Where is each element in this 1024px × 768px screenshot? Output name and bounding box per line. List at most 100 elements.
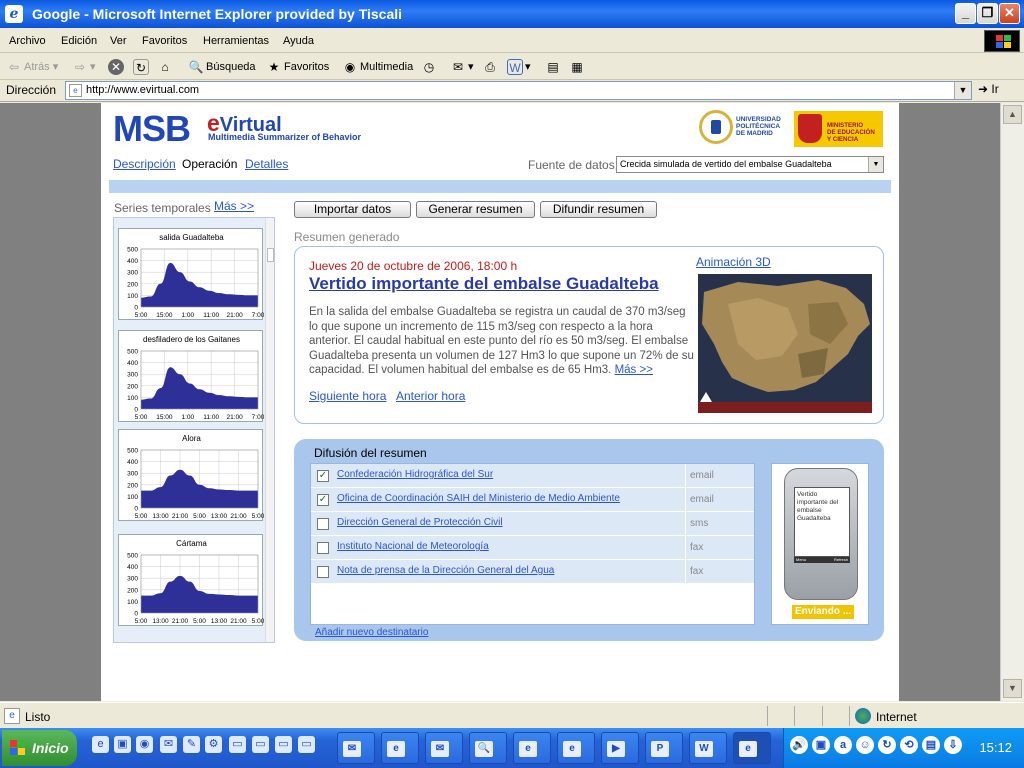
anterior-hora-link[interactable]: Anterior hora — [396, 389, 465, 403]
generar-resumen-button[interactable]: Generar resumen — [416, 201, 535, 218]
antivirus-icon[interactable]: a — [834, 736, 852, 754]
scroll-up-icon[interactable]: ▲ — [1003, 105, 1022, 124]
chart-area-series — [141, 262, 258, 307]
task-ie-3[interactable]: e — [557, 732, 595, 764]
edit-button[interactable]: W ▾ — [507, 59, 531, 77]
recipient-type: email — [685, 464, 754, 488]
network-icon[interactable]: ▣ — [812, 736, 830, 754]
menu-archivo[interactable]: Archivo — [9, 35, 46, 47]
download-icon[interactable]: ⇩ — [944, 736, 962, 754]
scroll-down-icon[interactable]: ▼ — [1003, 679, 1022, 698]
address-dropdown-icon[interactable]: ▼ — [954, 82, 971, 99]
page-scrollbar[interactable]: ▲ ▼ — [1000, 103, 1024, 701]
recipient-checkbox[interactable]: ✓ — [317, 494, 329, 506]
nav-detalles[interactable]: Detalles — [245, 157, 288, 171]
siguiente-hora-link[interactable]: Siguiente hora — [309, 389, 386, 403]
ie-icon: e — [5, 5, 23, 23]
close-button[interactable]: ✕ — [999, 3, 1020, 24]
chevron-down-icon: ▼ — [868, 157, 883, 172]
series-more-link[interactable]: Más >> — [214, 199, 254, 213]
recipient-link[interactable]: Oficina de Coordinación SAIH del Ministe… — [337, 493, 620, 504]
importar-datos-button[interactable]: Importar datos — [294, 201, 411, 218]
menu-ver[interactable]: Ver — [110, 35, 127, 47]
series-scrollbar[interactable] — [265, 218, 274, 642]
home-button[interactable]: ⌂ — [157, 59, 175, 77]
recipient-link[interactable]: Dirección General de Protección Civil — [337, 517, 503, 528]
volume-icon[interactable]: 🔊 — [790, 736, 808, 754]
forward-button[interactable]: ⇨ ▾ — [72, 59, 96, 77]
discuss-button[interactable]: ▤ — [545, 59, 563, 77]
recipient-link[interactable]: Instituto Nacional de Meteorología — [337, 541, 489, 552]
media-quicklaunch-icon[interactable]: ◉ — [136, 736, 153, 753]
task-ie-2[interactable]: e — [513, 732, 551, 764]
chart-xtick: 1:00 — [181, 312, 194, 319]
go-button[interactable]: ➜ Ir — [978, 82, 999, 96]
clipboard-icon[interactable]: ▤ — [922, 736, 940, 754]
page-status-icon: e — [4, 708, 20, 724]
add-recipient-link[interactable]: Añadir nuevo destinatario — [315, 627, 428, 638]
outlook-quicklaunch-icon[interactable]: ✉ — [160, 736, 177, 753]
word-icon: W — [695, 740, 713, 757]
summary-headline[interactable]: Vertido importante del embalse Guadalteb… — [309, 274, 659, 294]
task-search[interactable]: 🔍 — [469, 732, 507, 764]
recipient-link[interactable]: Confederación Hidrográfica del Sur — [337, 469, 493, 480]
recipient-checkbox[interactable] — [317, 518, 329, 530]
favorites-button[interactable]: ★ Favoritos — [266, 59, 330, 77]
update-icon[interactable]: ↻ — [878, 736, 896, 754]
summary-more-link[interactable]: Más >> — [615, 364, 653, 376]
notes-quicklaunch-icon[interactable]: ✎ — [183, 736, 200, 753]
task-mail[interactable]: ✉ — [425, 732, 463, 764]
menu-favoritos[interactable]: Favoritos — [142, 35, 187, 47]
fuente-label: Fuente de datos: — [528, 158, 619, 172]
task-ie-active[interactable]: e — [733, 732, 771, 764]
menu-edicion[interactable]: Edición — [61, 35, 97, 47]
history-button[interactable]: ◷ — [421, 59, 439, 77]
print-button[interactable]: ⎙ — [482, 59, 500, 77]
difundir-resumen-button[interactable]: Difundir resumen — [540, 201, 657, 218]
window-quicklaunch-icon[interactable]: ▭ — [229, 736, 246, 753]
window2-quicklaunch-icon[interactable]: ▭ — [252, 736, 269, 753]
mail-icon: ✉ — [343, 740, 361, 757]
address-input[interactable]: e http://www.evirtual.com ▼ — [65, 81, 972, 100]
animacion-3d-link[interactable]: Animación 3D — [696, 255, 771, 269]
recipient-link[interactable]: Nota de prensa de la Dirección General d… — [337, 565, 554, 576]
task-ie-1[interactable]: e — [381, 732, 419, 764]
window4-quicklaunch-icon[interactable]: ▭ — [298, 736, 315, 753]
messenger-icon[interactable]: ☺ — [856, 736, 874, 754]
chart-xtick: 5:00 — [193, 618, 206, 625]
stop-button[interactable]: ✕ — [108, 59, 126, 77]
sync-icon[interactable]: ⟲ — [900, 736, 918, 754]
go-arrow-icon: ➜ — [978, 82, 989, 96]
chart-title: Cártama — [176, 539, 207, 548]
messenger-button[interactable]: ▦ — [569, 59, 587, 77]
chart-title: desfiladero de los Gaitanes — [143, 335, 240, 344]
fuente-select[interactable]: Crecida simulada de vertido del embalse … — [616, 156, 884, 173]
recipient-checkbox[interactable]: ✓ — [317, 470, 329, 482]
window3-quicklaunch-icon[interactable]: ▭ — [275, 736, 292, 753]
mail-button[interactable]: ✉ ▾ — [450, 59, 474, 77]
nav-descripcion[interactable]: Descripción — [113, 157, 176, 171]
task-word[interactable]: W — [689, 732, 727, 764]
recipient-type: fax — [685, 536, 754, 560]
mobile-phone-icon: Vertido importante del embalse Guadalteb… — [784, 468, 858, 600]
start-button[interactable]: Inicio — [2, 730, 77, 766]
ie-quicklaunch-icon[interactable]: e — [92, 736, 109, 753]
desktop-quicklaunch-icon[interactable]: ▣ — [114, 736, 131, 753]
chart-title: Alora — [182, 434, 201, 443]
minimize-button[interactable]: _ — [955, 3, 976, 24]
search-button[interactable]: 🔍 Búsqueda — [188, 59, 256, 77]
menu-herramientas[interactable]: Herramientas — [203, 35, 269, 47]
menu-ayuda[interactable]: Ayuda — [283, 35, 314, 47]
multimedia-button[interactable]: ◉ Multimedia — [342, 59, 413, 77]
scroll-thumb[interactable] — [267, 248, 274, 262]
task-media[interactable]: ▶ — [601, 732, 639, 764]
task-outlook[interactable]: ✉ — [337, 732, 375, 764]
refresh-button[interactable]: ↻ — [133, 59, 151, 77]
recipient-checkbox[interactable] — [317, 542, 329, 554]
chart-alora: Alora 0 100 200 300 400 500 5:00 13:00 21:00 5:00 1… — [118, 429, 264, 521]
tools-quicklaunch-icon[interactable]: ⚙ — [205, 736, 222, 753]
restore-button[interactable]: ❐ — [977, 3, 998, 24]
task-powerpoint[interactable]: P — [645, 732, 683, 764]
recipient-checkbox[interactable] — [317, 566, 329, 578]
back-button[interactable]: ⇦ Atrás ▾ — [6, 59, 58, 77]
